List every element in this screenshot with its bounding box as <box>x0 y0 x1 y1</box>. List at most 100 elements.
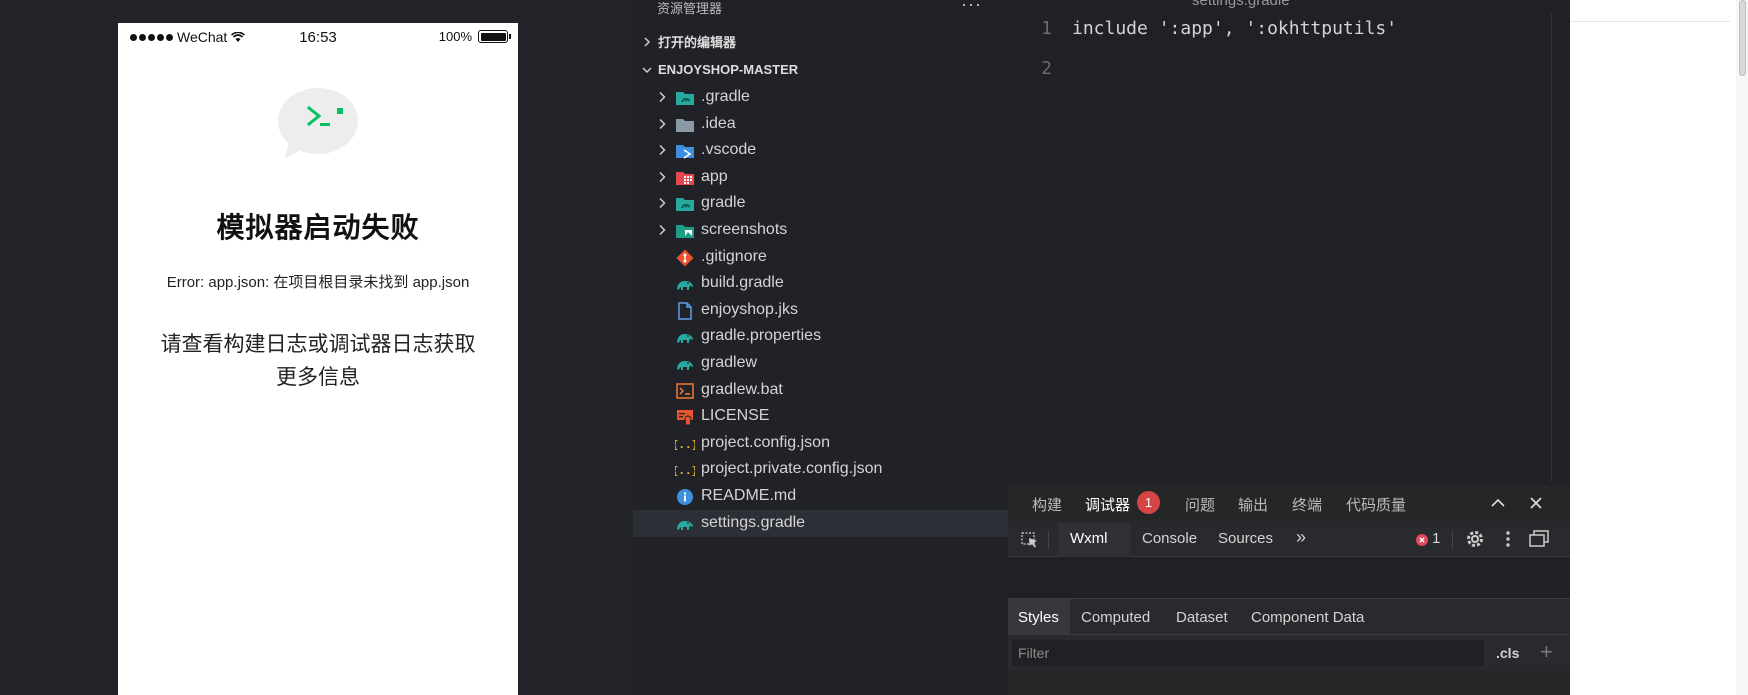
explorer-panel: 资源管理器 ··· 打开的编辑器 ENJOYSHOP-MASTER .gradl… <box>633 0 1008 695</box>
cls-toggle-button[interactable]: .cls <box>1496 645 1519 661</box>
scrollbar-thumb[interactable] <box>1739 0 1746 76</box>
more-actions-button[interactable]: ··· <box>961 0 982 15</box>
simulator-pane: WeChat 16:53 100% 模拟器启动失败 Error: app.jso… <box>0 0 633 695</box>
styles-filter-input[interactable] <box>1012 640 1484 666</box>
json-icon: {..} <box>672 434 699 454</box>
tree-item-label: README.md <box>701 487 797 504</box>
project-root-section[interactable]: ENJOYSHOP-MASTER <box>633 56 1008 83</box>
explorer-title: 资源管理器 <box>657 1 723 16</box>
tree-item-label: enjoyshop.jks <box>701 300 798 318</box>
tab-sources[interactable]: Sources <box>1218 530 1273 547</box>
tree-file-item[interactable]: build.gradle <box>633 270 1008 297</box>
wechat-bubble-terminal-icon <box>278 88 358 158</box>
license-icon <box>675 407 695 427</box>
hint-message: 请查看构建日志或调试器日志获取更多信息 <box>160 333 476 389</box>
tree-file-item[interactable]: enjoyshop.jks <box>633 297 1008 324</box>
panel-tabs: 构建 调试器 1 问题 输出 终端 代码质量 <box>1008 485 1570 525</box>
chevron-up-icon[interactable] <box>1489 494 1507 512</box>
blank-pane <box>1570 0 1748 695</box>
open-editors-section[interactable]: 打开的编辑器 <box>633 28 1008 55</box>
tree-item-label: .idea <box>701 114 736 132</box>
tree-folder-item[interactable]: app <box>633 164 1008 191</box>
phone-screen: WeChat 16:53 100% 模拟器启动失败 Error: app.jso… <box>118 23 518 695</box>
tree-item-label: .vscode <box>701 141 757 159</box>
kebab-menu-icon[interactable] <box>1498 529 1518 549</box>
tree-item-label: gradle.properties <box>701 327 822 345</box>
tab-output[interactable]: 输出 <box>1238 494 1268 515</box>
tab-wxml[interactable]: Wxml <box>1070 530 1108 547</box>
toolbar-divider <box>1452 531 1453 549</box>
tree-file-item[interactable]: {..} project.private.config.json <box>633 456 1008 483</box>
info-icon <box>675 487 695 507</box>
tab-build[interactable]: 构建 <box>1032 494 1062 515</box>
gradle-elephant-icon <box>675 354 695 374</box>
tab-console[interactable]: Console <box>1142 530 1197 547</box>
inspect-element-icon[interactable] <box>1020 530 1040 550</box>
chevron-right-icon <box>655 196 669 210</box>
tree-folder-item[interactable]: .vscode <box>633 137 1008 164</box>
tab-component-data[interactable]: Component Data <box>1251 609 1364 626</box>
tab-styles[interactable]: Styles <box>1018 609 1059 626</box>
dock-icon[interactable] <box>1528 529 1550 549</box>
wxml-tree-area[interactable] <box>1008 557 1570 599</box>
tree-item-label: gradlew.bat <box>701 380 783 398</box>
open-editors-label: 打开的编辑器 <box>658 35 737 50</box>
git-icon <box>675 248 695 268</box>
add-rule-button[interactable]: + <box>1540 639 1553 665</box>
folder-icon <box>675 115 695 135</box>
more-tabs-button[interactable]: » <box>1296 527 1306 548</box>
folder-vscode-icon <box>675 141 695 161</box>
gradle-elephant-icon <box>675 327 695 347</box>
tab-code-quality[interactable]: 代码质量 <box>1346 494 1406 515</box>
chevron-right-icon <box>655 143 669 157</box>
status-bar: WeChat 16:53 100% <box>118 23 518 53</box>
tree-folder-item[interactable]: gradle <box>633 190 1008 217</box>
tree-item-label: LICENSE <box>701 407 770 425</box>
tree-folder-item[interactable]: .gradle <box>633 84 1008 111</box>
tab-computed[interactable]: Computed <box>1081 609 1150 626</box>
tree-file-item[interactable]: gradle.properties <box>633 323 1008 350</box>
gradle-elephant-icon <box>675 514 695 534</box>
code-line[interactable]: 2 <box>1008 58 1548 98</box>
error-count[interactable]: 1 <box>1432 530 1440 547</box>
tree-item-label: project.config.json <box>701 433 830 451</box>
tree-file-item[interactable]: {..} project.config.json <box>633 430 1008 457</box>
chevron-right-icon <box>655 223 669 237</box>
error-icon[interactable] <box>1416 534 1428 546</box>
folder-app-icon <box>675 168 695 188</box>
scrollbar-track[interactable] <box>1736 0 1748 695</box>
file-icon <box>675 301 695 321</box>
debug-panel: 构建 调试器 1 问题 输出 终端 代码质量 Wxml Console Sour… <box>1008 485 1570 695</box>
tree-file-item[interactable]: settings.gradle <box>633 509 1008 537</box>
tab-terminal[interactable]: 终端 <box>1292 494 1322 515</box>
tree-folder-item[interactable]: .idea <box>633 111 1008 138</box>
editor-tab[interactable]: settings.gradle <box>1192 0 1290 9</box>
styles-tabs: Styles Computed Dataset Component Data <box>1008 599 1570 635</box>
code-line[interactable]: 1 include ':app', ':okhttputils' <box>1008 18 1548 58</box>
line-code[interactable]: include ':app', ':okhttputils' <box>1072 18 1397 39</box>
code-editor[interactable]: settings.gradle 1 include ':app', ':okht… <box>1008 0 1570 485</box>
tab-problems[interactable]: 问题 <box>1185 494 1215 515</box>
tree-item-label: screenshots <box>701 221 788 238</box>
chevron-right-icon <box>655 170 669 184</box>
debugger-error-badge: 1 <box>1137 491 1160 514</box>
tree-file-item[interactable]: gradlew.bat <box>633 377 1008 404</box>
styles-filter-bar: .cls + <box>1008 635 1570 671</box>
tree-file-item[interactable]: LICENSE <box>633 403 1008 430</box>
tab-debugger[interactable]: 调试器 <box>1085 494 1131 525</box>
error-message: Error: app.json: 在项目根目录未找到 app.json <box>166 274 470 291</box>
close-icon[interactable] <box>1527 494 1545 512</box>
tree-file-item[interactable]: README.md <box>633 483 1008 510</box>
tree-file-item[interactable]: .gitignore <box>633 244 1008 271</box>
folder-gradle-icon <box>675 194 695 214</box>
toolbar-divider <box>1048 531 1049 549</box>
tree-item-label: .gitignore <box>701 247 767 265</box>
battery-icon <box>478 30 511 43</box>
gear-icon[interactable] <box>1465 529 1485 549</box>
tab-dataset[interactable]: Dataset <box>1176 609 1228 626</box>
tree-file-item[interactable]: gradlew <box>633 350 1008 377</box>
project-root-label: ENJOYSHOP-MASTER <box>658 62 799 77</box>
tree-item-label: app <box>701 167 728 185</box>
folder-images-icon <box>675 221 695 241</box>
tree-folder-item[interactable]: screenshots <box>633 217 1008 244</box>
